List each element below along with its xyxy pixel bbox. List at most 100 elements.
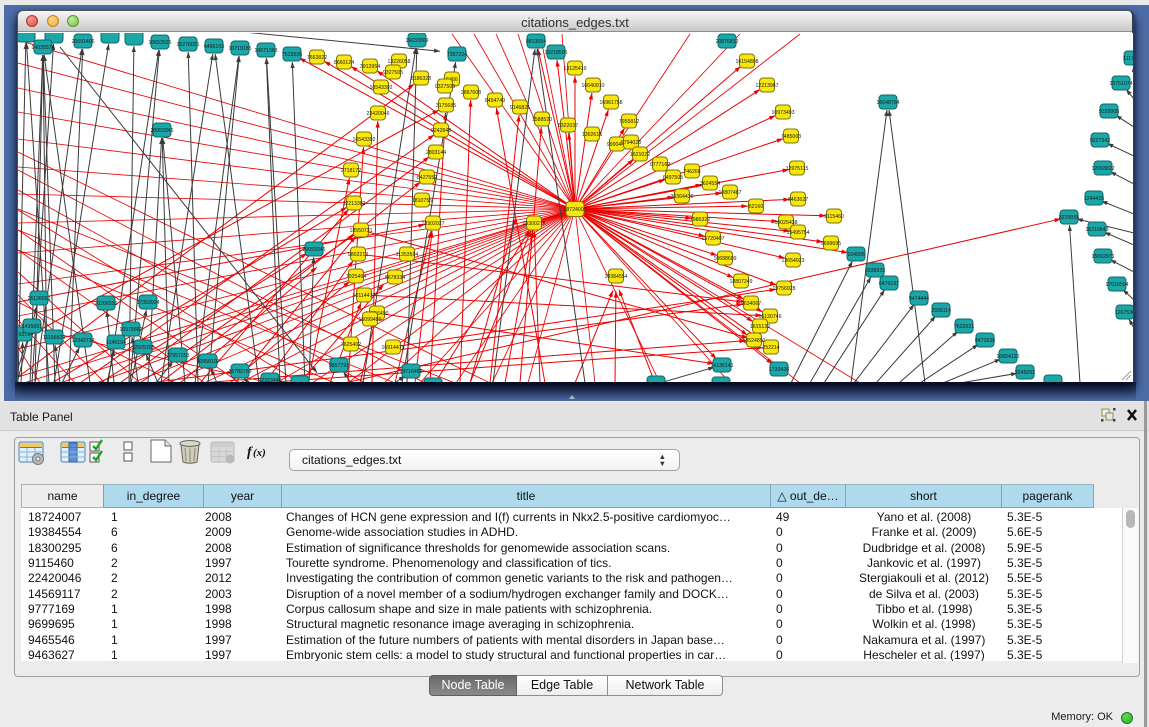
svg-text:13524851: 13524851 — [742, 338, 765, 344]
svg-text:8215955: 8215955 — [1059, 215, 1079, 221]
svg-text:9327508: 9327508 — [435, 84, 455, 90]
svg-text:14136141: 14136141 — [710, 363, 733, 369]
svg-text:9634067: 9634067 — [741, 301, 761, 307]
svg-text:8427552: 8427552 — [417, 175, 437, 181]
svg-text:15720407: 15720407 — [701, 236, 724, 242]
svg-text:8938923: 8938923 — [865, 268, 885, 274]
svg-text:9329905: 9329905 — [1099, 109, 1119, 115]
svg-text:1145194: 1145194 — [106, 340, 126, 346]
svg-text:15276021: 15276021 — [176, 42, 199, 48]
svg-text:12213382: 12213382 — [342, 201, 365, 207]
svg-text:13716485: 13716485 — [399, 369, 422, 375]
svg-text:16961758: 16961758 — [599, 100, 622, 106]
svg-text:9245052: 9245052 — [1015, 370, 1035, 376]
svg-text:(x): (x) — [253, 447, 266, 459]
svg-text:1615132: 1615132 — [750, 324, 770, 330]
svg-text:8813054: 8813054 — [526, 39, 546, 45]
svg-text:17016504: 17016504 — [1105, 282, 1128, 288]
svg-text:8660124: 8660124 — [334, 60, 354, 66]
svg-text:1267530: 1267530 — [1115, 310, 1133, 316]
svg-text:7632621: 7632621 — [954, 324, 974, 330]
svg-text:12505155: 12505155 — [131, 345, 154, 351]
svg-text:10653526: 10653526 — [148, 40, 171, 46]
svg-text:13226058: 13226058 — [387, 59, 410, 65]
svg-text:7986322: 7986322 — [690, 217, 710, 223]
svg-text:18550731: 18550731 — [349, 228, 372, 234]
svg-text:8471626: 8471626 — [975, 338, 995, 344]
svg-text:10688609: 10688609 — [713, 256, 736, 262]
svg-text:17359924: 17359924 — [136, 300, 159, 306]
svg-text:16648764: 16648764 — [876, 100, 899, 106]
svg-text:6794028: 6794028 — [621, 140, 641, 146]
svg-text:7663822: 7663822 — [307, 55, 327, 61]
svg-text:2867608: 2867608 — [461, 90, 481, 96]
svg-text:15692971: 15692971 — [1091, 254, 1114, 260]
svg-text:26126651: 26126651 — [27, 296, 50, 302]
svg-text:746266: 746266 — [683, 169, 700, 175]
svg-text:15751074: 15751074 — [1109, 81, 1132, 87]
svg-text:12323446: 12323446 — [258, 378, 281, 382]
svg-text:17957253: 17957253 — [166, 353, 189, 359]
svg-text:12213967: 12213967 — [755, 83, 778, 89]
svg-text:16154808: 16154808 — [735, 59, 758, 65]
svg-text:10975887: 10975887 — [119, 327, 142, 333]
svg-text:20691406: 20691406 — [71, 39, 94, 45]
svg-text:2718172: 2718172 — [341, 168, 361, 174]
svg-text:20206556: 20206556 — [94, 301, 117, 307]
svg-text:9802213: 9802213 — [348, 252, 368, 258]
svg-text:1117003: 1117003 — [1123, 56, 1133, 62]
svg-text:6479197: 6479197 — [879, 281, 899, 287]
svg-text:10114477: 10114477 — [353, 293, 376, 299]
svg-text:1733426: 1733426 — [769, 367, 789, 373]
svg-text:19384554: 19384554 — [604, 274, 627, 280]
svg-text:7485003: 7485003 — [781, 134, 801, 140]
svg-text:20876812: 20876812 — [715, 39, 738, 45]
svg-text:9227342: 9227342 — [1090, 138, 1110, 144]
svg-text:10719185: 10719185 — [228, 46, 251, 52]
svg-text:19218506: 19218506 — [544, 50, 567, 56]
svg-text:7625402: 7625402 — [341, 342, 361, 348]
svg-text:7515526: 7515526 — [282, 52, 302, 58]
svg-text:9115460: 9115460 — [824, 214, 844, 220]
svg-text:252214: 252214 — [762, 345, 779, 351]
svg-text:10654122: 10654122 — [996, 354, 1019, 360]
svg-text:10807487: 10807487 — [718, 190, 741, 196]
svg-text:6497505: 6497505 — [663, 175, 683, 181]
svg-text:9242848: 9242848 — [431, 128, 451, 134]
svg-text:3912954: 3912954 — [360, 64, 380, 70]
svg-text:18302027: 18302027 — [421, 221, 444, 227]
svg-text:9474444: 9474444 — [909, 296, 929, 302]
svg-text:8454749: 8454749 — [485, 98, 505, 104]
svg-text:18724007: 18724007 — [563, 207, 586, 213]
svg-text:12093822: 12093822 — [1091, 166, 1114, 172]
svg-text:10543392: 10543392 — [369, 85, 392, 91]
svg-text:13654923: 13654923 — [781, 258, 804, 264]
svg-text:1810755: 1810755 — [412, 198, 432, 204]
svg-text:9857791: 9857791 — [329, 363, 349, 369]
svg-text:16782759: 16782759 — [228, 369, 251, 375]
svg-text:18807249: 18807249 — [729, 279, 752, 285]
svg-text:3175685: 3175685 — [436, 103, 456, 109]
svg-text:14035574: 14035574 — [31, 45, 54, 51]
svg-text:16543392: 16543392 — [352, 137, 375, 143]
svg-text:16099489: 16099489 — [358, 317, 381, 323]
svg-text:3624554: 3624554 — [700, 181, 720, 187]
svg-text:1362615: 1362615 — [582, 132, 602, 138]
svg-text:8463627: 8463627 — [788, 197, 808, 203]
svg-text:1588520: 1588520 — [532, 117, 552, 123]
svg-text:9699695: 9699695 — [821, 241, 841, 247]
svg-text:8186328: 8186328 — [411, 76, 431, 82]
svg-text:10973493: 10973493 — [771, 110, 794, 116]
svg-text:6466103: 6466103 — [204, 44, 224, 50]
svg-text:16914479: 16914479 — [381, 345, 404, 351]
svg-text:1244415: 1244415 — [1084, 196, 1104, 202]
svg-text:16033809: 16033809 — [405, 38, 428, 44]
svg-text:2803144: 2803144 — [426, 150, 446, 156]
svg-text:10671368: 10671368 — [254, 48, 277, 54]
svg-text:20053346: 20053346 — [150, 128, 173, 134]
svg-text:8322037: 8322037 — [558, 123, 578, 129]
svg-text:13125419: 13125419 — [563, 66, 586, 72]
svg-text:1435061: 1435061 — [22, 324, 42, 330]
svg-text:11353594: 11353594 — [396, 252, 419, 258]
svg-text:5678334: 5678334 — [385, 275, 405, 281]
